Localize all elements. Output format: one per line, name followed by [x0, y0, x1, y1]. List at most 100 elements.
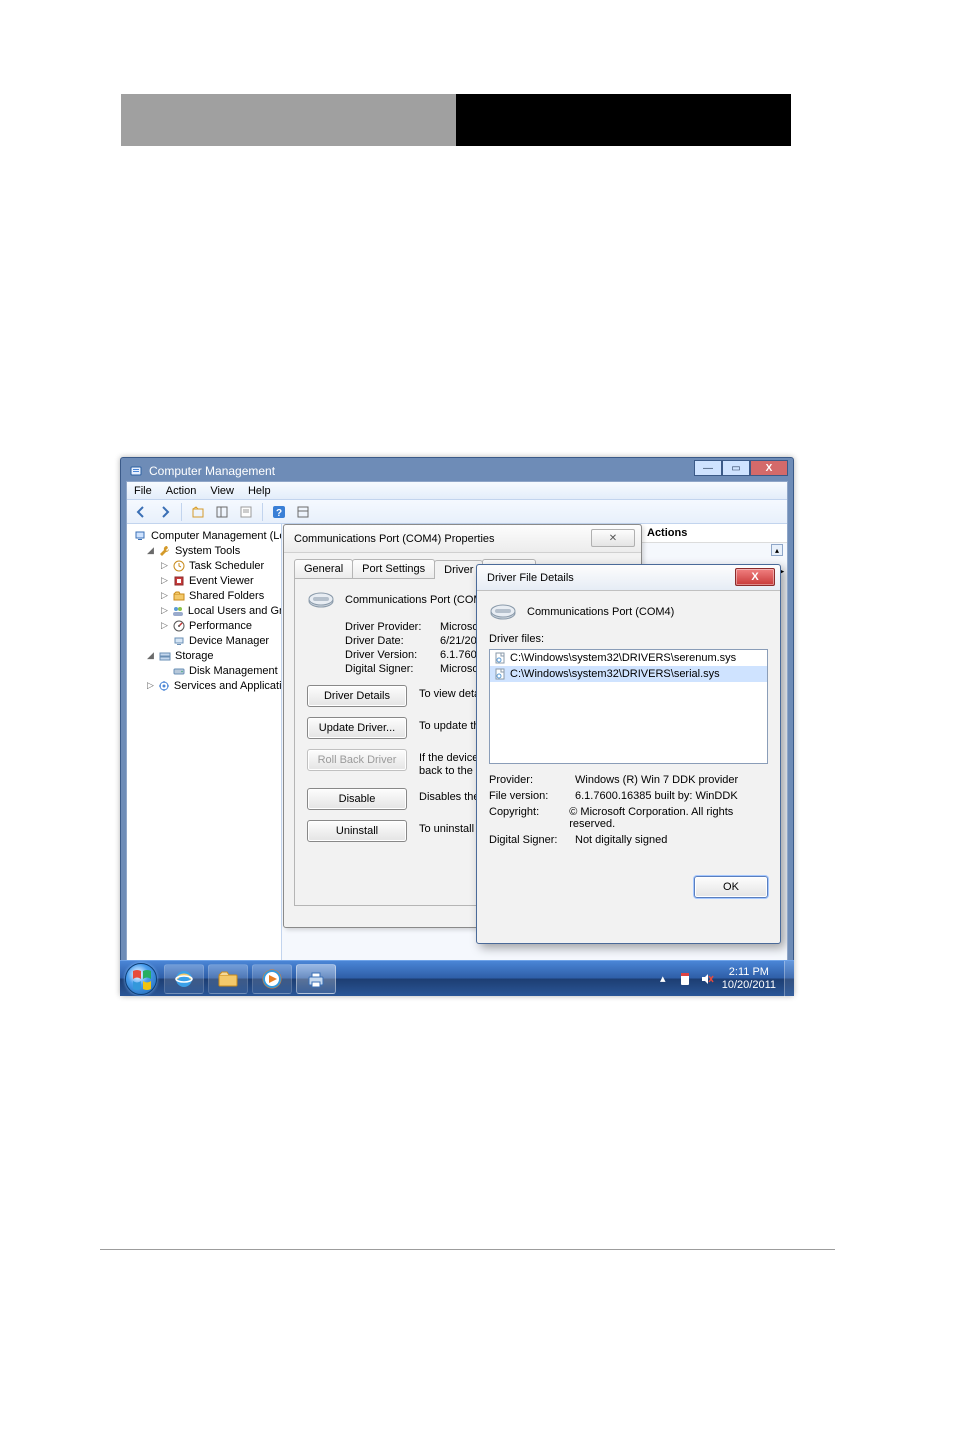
tree-item-performance[interactable]: ▷Performance — [129, 618, 279, 633]
tab-general[interactable]: General — [294, 559, 353, 578]
dfd-close-button[interactable]: X — [735, 568, 775, 586]
dfd-device-name: Communications Port (COM4) — [527, 606, 674, 618]
computer-management-window: Computer Management — ▭ X File Action Vi… — [120, 457, 794, 996]
clock-date: 10/20/2011 — [722, 979, 776, 991]
svg-text:?: ? — [276, 508, 282, 519]
tree-item-device-manager[interactable]: Device Manager — [129, 633, 279, 648]
expand-icon[interactable]: ▷ — [161, 560, 169, 571]
menu-file[interactable]: File — [134, 485, 152, 497]
driver-details-button[interactable]: Driver Details — [307, 685, 407, 707]
show-hide-tree-button[interactable] — [212, 502, 232, 522]
nav-tree[interactable]: Computer Management (Loc ◢System Tools ▷… — [127, 524, 282, 989]
driver-file-details-dialog: Driver File Details X Communications Por… — [476, 564, 781, 944]
clock[interactable]: 2:11 PM 10/20/2011 — [722, 966, 776, 990]
menu-help[interactable]: Help — [248, 485, 271, 497]
close-button[interactable]: X — [750, 460, 788, 476]
tree-item-shared-folders[interactable]: ▷Shared Folders — [129, 588, 279, 603]
volume-icon[interactable] — [700, 972, 714, 986]
properties-title-text: Communications Port (COM4) Properties — [294, 533, 495, 545]
list-item[interactable]: C:\Windows\system32\DRIVERS\serenum.sys — [490, 650, 767, 666]
dfd-titlebar[interactable]: Driver File Details X — [477, 565, 780, 591]
tree-item-event-viewer[interactable]: ▷Event Viewer — [129, 573, 279, 588]
taskbar-devices[interactable] — [296, 964, 336, 994]
maximize-button[interactable]: ▭ — [722, 460, 750, 476]
properties-close-button[interactable]: ✕ — [591, 529, 635, 547]
tree-item-root[interactable]: Computer Management (Loc — [129, 528, 279, 543]
properties-titlebar[interactable]: Communications Port (COM4) Properties ✕ — [284, 525, 641, 553]
menu-action[interactable]: Action — [166, 485, 197, 497]
services-icon — [158, 680, 170, 692]
device-icon — [173, 635, 185, 647]
port-icon — [489, 601, 517, 623]
help-button[interactable]: ? — [269, 502, 289, 522]
scroll-up-button[interactable]: ▴ — [771, 544, 783, 556]
window-title-text: Computer Management — [149, 464, 275, 478]
back-button[interactable] — [131, 502, 151, 522]
driver-files-label: Driver files: — [489, 633, 768, 645]
toolbar-button[interactable] — [293, 502, 313, 522]
up-button[interactable] — [188, 502, 208, 522]
tree-item-disk-management[interactable]: Disk Management — [129, 663, 279, 678]
ok-button[interactable]: OK — [694, 876, 768, 898]
collapse-icon[interactable]: ◢ — [147, 545, 155, 556]
tab-port-settings[interactable]: Port Settings — [352, 559, 435, 578]
dfd-version-value: 6.1.7600.16385 built by: WinDDK — [575, 790, 738, 802]
provider-key: Driver Provider: — [345, 621, 440, 633]
app-icon — [130, 464, 144, 478]
computer-icon — [135, 530, 147, 542]
show-desktop-button[interactable] — [784, 961, 794, 997]
dfd-copyright-key: Copyright: — [489, 806, 569, 830]
tree-item-services[interactable]: ▷Services and Applications — [129, 678, 279, 693]
menu-bar: File Action View Help — [127, 482, 787, 500]
taskbar-wmp[interactable] — [252, 964, 292, 994]
update-driver-button[interactable]: Update Driver... — [307, 717, 407, 739]
clock-icon — [173, 560, 185, 572]
doc-header-band — [121, 94, 791, 146]
wmp-icon — [261, 968, 283, 990]
start-button[interactable] — [120, 961, 162, 997]
wrench-icon — [159, 545, 171, 557]
properties-button[interactable] — [236, 502, 256, 522]
dfd-signer-key: Digital Signer: — [489, 834, 575, 846]
dfd-copyright-value: © Microsoft Corporation. All rights rese… — [569, 806, 768, 830]
users-icon — [172, 605, 184, 617]
windows-orb-icon — [125, 963, 157, 995]
dfd-provider-key: Provider: — [489, 774, 575, 786]
tree-item-storage[interactable]: ◢Storage — [129, 648, 279, 663]
expand-icon[interactable]: ▷ — [161, 575, 169, 586]
actions-header: Actions — [641, 524, 787, 543]
driver-files-list[interactable]: C:\Windows\system32\DRIVERS\serenum.sys … — [489, 649, 768, 764]
perf-icon — [173, 620, 185, 632]
taskbar-explorer[interactable] — [208, 964, 248, 994]
folder-icon — [217, 968, 239, 990]
taskbar[interactable]: ▴ 2:11 PM 10/20/2011 — [120, 960, 794, 996]
minimize-button[interactable]: — — [694, 460, 722, 476]
clock-time: 2:11 PM — [722, 966, 776, 978]
forward-button[interactable] — [155, 502, 175, 522]
uninstall-button[interactable]: Uninstall — [307, 820, 407, 842]
window-titlebar[interactable]: Computer Management — ▭ X — [126, 463, 788, 479]
signer-key: Digital Signer: — [345, 663, 440, 675]
disable-button[interactable]: Disable — [307, 788, 407, 810]
expand-icon[interactable]: ▷ — [161, 605, 168, 616]
tree-item-local-users[interactable]: ▷Local Users and Group — [129, 603, 279, 618]
tree-item-task-scheduler[interactable]: ▷Task Scheduler — [129, 558, 279, 573]
file-icon — [494, 668, 506, 680]
toolbar: ? — [127, 500, 787, 524]
tree-item-system-tools[interactable]: ◢System Tools — [129, 543, 279, 558]
expand-icon[interactable]: ▷ — [161, 590, 169, 601]
menu-view[interactable]: View — [210, 485, 234, 497]
list-item[interactable]: C:\Windows\system32\DRIVERS\serial.sys — [490, 666, 767, 682]
expand-icon[interactable]: ▷ — [147, 680, 154, 691]
storage-icon — [159, 650, 171, 662]
action-center-icon[interactable] — [678, 972, 692, 986]
folder-shared-icon — [173, 590, 185, 602]
collapse-icon[interactable]: ◢ — [147, 650, 155, 661]
event-icon — [173, 575, 185, 587]
date-key: Driver Date: — [345, 635, 440, 647]
taskbar-ie[interactable] — [164, 964, 204, 994]
dfd-version-key: File version: — [489, 790, 575, 802]
show-hidden-icons[interactable]: ▴ — [656, 972, 670, 986]
dfd-provider-value: Windows (R) Win 7 DDK provider — [575, 774, 738, 786]
expand-icon[interactable]: ▷ — [161, 620, 169, 631]
